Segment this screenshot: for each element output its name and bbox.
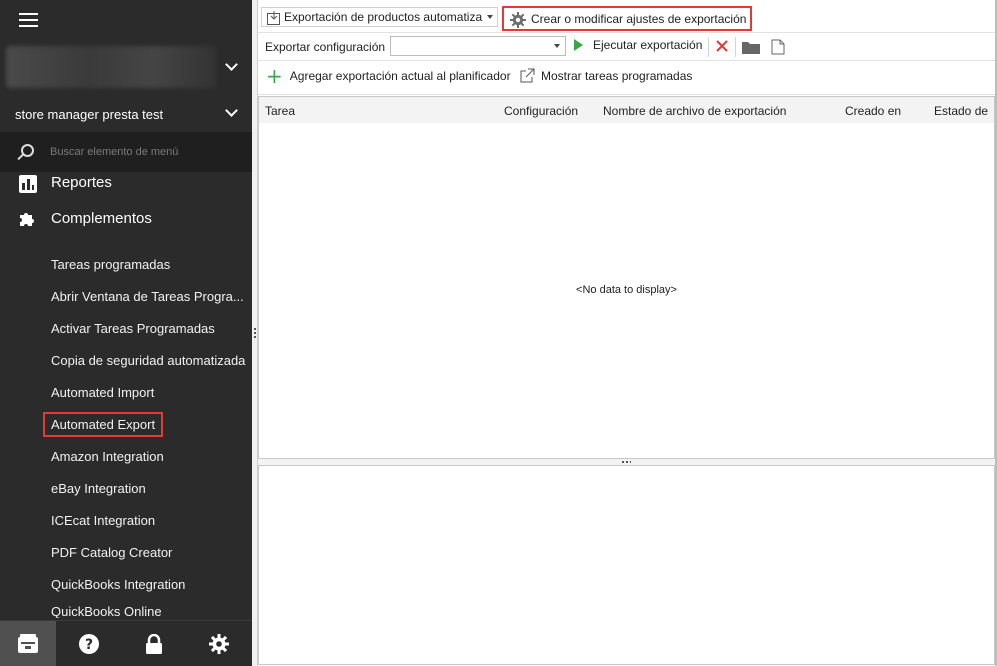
sidebar-item-quickbooks-online[interactable]: QuickBooks Online bbox=[0, 600, 252, 618]
export-type-label: Exportación de productos automatiza bbox=[284, 10, 483, 24]
sidebar-item-abrir-ventana[interactable]: Abrir Ventana de Tareas Progra... bbox=[0, 280, 252, 312]
item-label: Abrir Ventana de Tareas Progra... bbox=[51, 288, 244, 304]
delete-icon[interactable] bbox=[715, 39, 729, 53]
caret-down-icon bbox=[554, 44, 560, 48]
gear-icon bbox=[510, 12, 526, 28]
addons-submenu: Tareas programadas Abrir Ventana de Tare… bbox=[0, 240, 252, 618]
sidebar-item-activar-tareas[interactable]: Activar Tareas Programadas bbox=[0, 312, 252, 344]
store-name: store manager presta test bbox=[15, 106, 164, 122]
item-label: ICEcat Integration bbox=[51, 512, 156, 528]
sidebar-item-automated-import[interactable]: Automated Import bbox=[0, 376, 252, 408]
column-header[interactable]: Estado de bbox=[934, 104, 988, 118]
separator bbox=[735, 37, 736, 57]
file-icon[interactable] bbox=[771, 39, 785, 55]
sidebar-item-tareas-programadas[interactable]: Tareas programadas bbox=[0, 248, 252, 280]
section-label: Reportes bbox=[51, 174, 112, 191]
menu-search-input[interactable] bbox=[50, 146, 230, 158]
column-header[interactable]: Creado en bbox=[845, 104, 901, 118]
item-label: QuickBooks Online bbox=[51, 604, 162, 618]
item-label: QuickBooks Integration bbox=[51, 576, 186, 592]
sidebar-section-complementos[interactable]: Complementos bbox=[0, 196, 252, 240]
plus-icon: + bbox=[266, 64, 283, 88]
config-select[interactable] bbox=[390, 36, 566, 56]
detail-panel bbox=[258, 465, 995, 665]
export-type-dropdown[interactable]: Exportación de productos automatiza bbox=[261, 7, 498, 27]
gear-icon bbox=[209, 633, 230, 654]
account-selector[interactable] bbox=[0, 40, 252, 96]
show-label: Mostrar tareas programadas bbox=[541, 69, 693, 83]
run-label: Ejecutar exportación bbox=[593, 38, 703, 52]
config-label: Exportar configuración bbox=[265, 40, 386, 54]
store-icon bbox=[18, 633, 38, 653]
tasks-grid: Tarea Configuración Nombre de archivo de… bbox=[258, 96, 995, 459]
toolbar-top: Exportación de productos automatiza Crea… bbox=[258, 0, 997, 33]
svg-text:?: ? bbox=[85, 637, 93, 653]
item-label: Tareas programadas bbox=[51, 256, 171, 272]
empty-message: <No data to display> bbox=[576, 284, 677, 296]
item-label: Amazon Integration bbox=[51, 448, 164, 464]
separator bbox=[708, 37, 709, 57]
show-scheduled-tasks-button[interactable]: Mostrar tareas programadas bbox=[519, 68, 692, 84]
sidebar-item-pdf-catalog[interactable]: PDF Catalog Creator bbox=[0, 536, 252, 568]
sidebar-footer: ? bbox=[0, 620, 252, 666]
column-header[interactable]: Nombre de archivo de exportación bbox=[603, 104, 786, 118]
help-icon: ? bbox=[78, 633, 99, 654]
settings-button[interactable] bbox=[187, 621, 252, 666]
sidebar-item-quickbooks[interactable]: QuickBooks Integration bbox=[0, 568, 252, 600]
grid-header: Tarea Configuración Nombre de archivo de… bbox=[259, 97, 994, 123]
puzzle-icon bbox=[20, 213, 34, 226]
store-selector[interactable]: store manager presta test bbox=[0, 96, 252, 132]
folder-icon[interactable] bbox=[742, 40, 760, 54]
toolbar-config: Exportar configuración Ejecutar exportac… bbox=[258, 33, 997, 61]
lock-button[interactable] bbox=[121, 621, 186, 666]
help-button[interactable]: ? bbox=[56, 621, 121, 666]
search-icon bbox=[21, 144, 34, 157]
sidebar: store manager presta test Reportes Compl… bbox=[0, 0, 252, 666]
sidebar-section-reportes[interactable]: Reportes bbox=[0, 172, 252, 196]
add-to-scheduler-button[interactable]: + Agregar exportación actual al planific… bbox=[266, 64, 511, 88]
chevron-down-icon[interactable] bbox=[225, 104, 238, 117]
item-label: Automated Import bbox=[51, 384, 155, 400]
item-label: Activar Tareas Programadas bbox=[51, 320, 215, 336]
export-icon bbox=[267, 11, 280, 25]
sidebar-item-ebay[interactable]: eBay Integration bbox=[0, 472, 252, 504]
column-header[interactable]: Configuración bbox=[504, 104, 578, 118]
main-panel: Exportación de productos automatiza Crea… bbox=[258, 0, 997, 666]
caret-down-icon bbox=[487, 15, 493, 19]
item-label: eBay Integration bbox=[51, 480, 146, 496]
sidebar-item-icecat[interactable]: ICEcat Integration bbox=[0, 504, 252, 536]
play-icon bbox=[574, 39, 583, 51]
sidebar-item-automated-export[interactable]: Automated Export bbox=[0, 408, 252, 440]
run-export-button[interactable]: Ejecutar exportación bbox=[574, 38, 702, 52]
sidebar-item-amazon[interactable]: Amazon Integration bbox=[0, 440, 252, 472]
blurred-account-name bbox=[6, 46, 216, 88]
external-link-icon bbox=[520, 68, 535, 83]
export-settings-button[interactable]: Crear o modificar ajustes de exportación bbox=[502, 6, 752, 31]
item-label: PDF Catalog Creator bbox=[51, 544, 173, 560]
settings-label: Crear o modificar ajustes de exportación bbox=[531, 11, 747, 26]
toolbar-scheduler: + Agregar exportación actual al planific… bbox=[258, 61, 997, 95]
sidebar-header bbox=[0, 0, 252, 40]
lock-icon bbox=[145, 633, 162, 654]
section-label: Complementos bbox=[51, 209, 152, 227]
add-label: Agregar exportación actual al planificad… bbox=[289, 69, 511, 83]
item-label: Copia de seguridad automatizada bbox=[51, 352, 246, 368]
bar-chart-icon bbox=[19, 175, 37, 193]
sidebar-item-copia-seguridad[interactable]: Copia de seguridad automatizada bbox=[0, 344, 252, 376]
store-button[interactable] bbox=[0, 621, 56, 666]
column-header[interactable]: Tarea bbox=[265, 104, 295, 118]
chevron-down-icon[interactable] bbox=[225, 58, 238, 71]
menu-search bbox=[0, 132, 252, 172]
item-label: Automated Export bbox=[43, 411, 164, 437]
hamburger-menu-icon[interactable] bbox=[19, 13, 38, 28]
